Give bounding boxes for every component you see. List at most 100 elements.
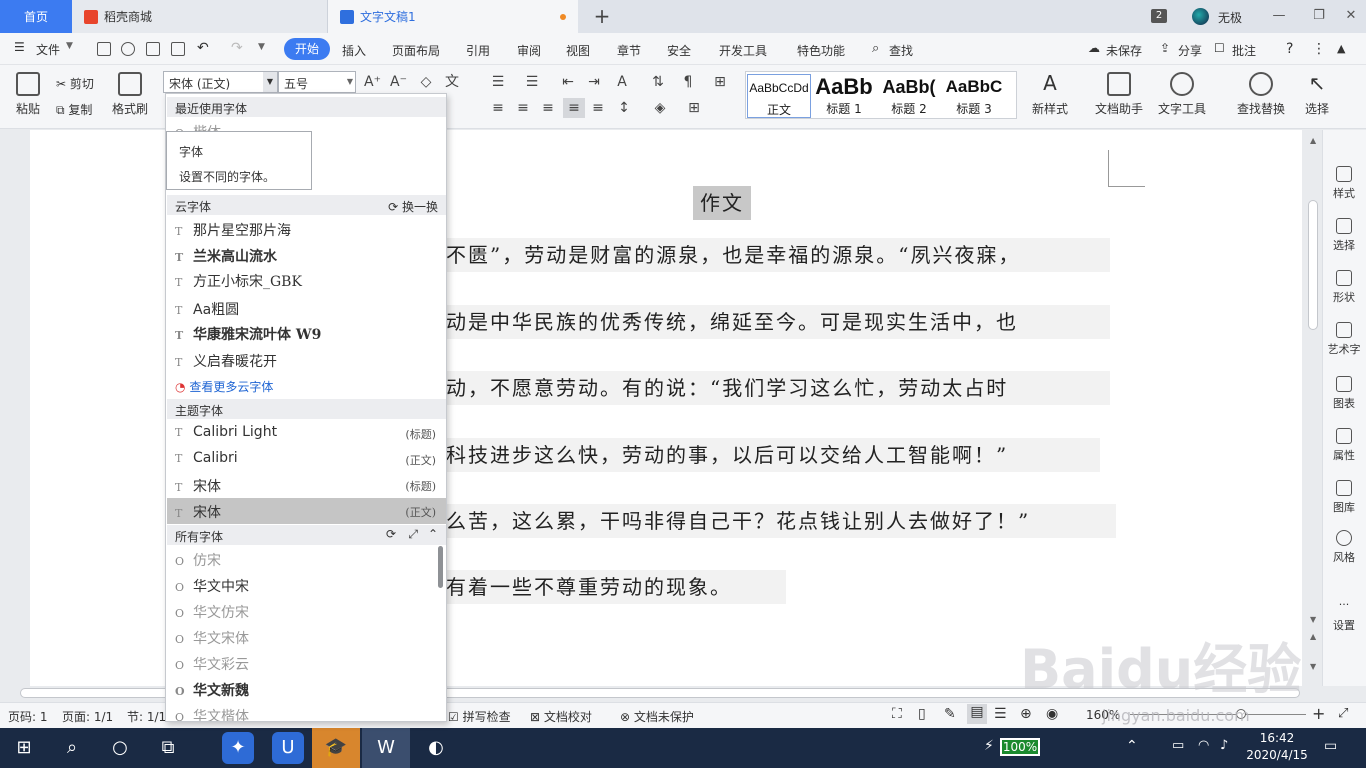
scroll-down-icon[interactable]: ▼: [1310, 615, 1316, 624]
text-tools-button[interactable]: 文字工具: [1153, 72, 1211, 117]
outline-view-icon[interactable]: ☰: [994, 706, 1007, 722]
paragraph-line[interactable]: 有着一些不尊重劳动的现象。: [446, 570, 786, 604]
write-mode-icon[interactable]: ✎: [944, 706, 956, 722]
paste-button[interactable]: 粘贴: [10, 72, 46, 117]
font-option[interactable]: O 华文新魏: [167, 676, 446, 702]
panel-select[interactable]: 选择: [1322, 218, 1366, 253]
style-normal[interactable]: AaBbCcDd 正文: [747, 74, 811, 118]
minimize-icon[interactable]: —: [1268, 6, 1290, 26]
chevron-down-icon[interactable]: ▼: [263, 72, 277, 92]
paragraph-line[interactable]: 动，不愿意劳动。有的说：“我们学习这么忙，劳动太占时: [446, 371, 1110, 405]
zoom-in-icon[interactable]: +: [1312, 704, 1325, 723]
app-edu-icon[interactable]: 🎓: [312, 728, 360, 768]
avatar[interactable]: [1192, 8, 1209, 25]
tab-home[interactable]: 首页: [0, 0, 72, 33]
volume-icon[interactable]: ♪: [1220, 738, 1228, 753]
notification-icon[interactable]: ▭: [1324, 738, 1337, 754]
prev-page-icon[interactable]: ▲: [1310, 632, 1316, 641]
more-icon[interactable]: ⋮: [1312, 41, 1326, 57]
document-title[interactable]: 作文: [693, 186, 751, 220]
fullscreen-icon[interactable]: ⛶: [892, 706, 902, 722]
wps-writer-icon[interactable]: W: [362, 728, 410, 768]
paragraph-line[interactable]: 么苦，这么累，干吗非得自己干？花点钱让别人去做好了！”: [446, 504, 1116, 538]
font-option[interactable]: T Calibri (正文): [167, 446, 446, 472]
battery-indicator[interactable]: 100%: [1000, 738, 1040, 756]
shrink-font-icon[interactable]: A⁻: [390, 74, 407, 90]
show-marks-icon[interactable]: ¶: [680, 74, 696, 90]
font-size-select[interactable]: 五号 ▼: [278, 71, 356, 93]
search-icon[interactable]: ⌕: [872, 41, 879, 56]
taskbar-clock[interactable]: 16:42 2020/4/15: [1244, 730, 1310, 764]
proofread-button[interactable]: ⊠ 文档校对: [530, 708, 592, 725]
line-spacing-icon[interactable]: ↕: [616, 100, 632, 116]
unsaved-status[interactable]: 未保存: [1106, 42, 1142, 59]
chevron-down-icon[interactable]: ▼: [66, 41, 73, 51]
font-option[interactable]: O 华文中宋: [167, 572, 446, 598]
font-option[interactable]: T 那片星空那片海: [167, 216, 446, 242]
new-style-button[interactable]: A 新样式: [1026, 72, 1074, 117]
panel-gallery[interactable]: 图库: [1322, 480, 1366, 515]
eye-protect-icon[interactable]: ◉: [1046, 706, 1058, 722]
panel-properties[interactable]: 属性: [1322, 428, 1366, 463]
more-cloud-fonts-link[interactable]: ◔ 查看更多云字体: [175, 378, 273, 395]
find-replace-button[interactable]: 查找替换: [1232, 72, 1290, 117]
doc-assistant-button[interactable]: 文档助手: [1094, 72, 1144, 117]
status-pages[interactable]: 页面: 1/1: [62, 708, 113, 725]
tab-developer[interactable]: 开发工具: [719, 42, 767, 59]
tab-layout[interactable]: 页面布局: [392, 42, 440, 59]
font-name-select[interactable]: 宋体 (正文) ▼: [163, 71, 278, 93]
app-icon[interactable]: ✦: [222, 732, 254, 764]
borders-icon[interactable]: ⊞: [686, 100, 702, 116]
panel-theme[interactable]: 风格: [1322, 530, 1366, 565]
comment-button[interactable]: 批注: [1232, 42, 1256, 59]
search-icon[interactable]: ⌕: [56, 732, 88, 764]
font-option[interactable]: O 仿宋: [167, 546, 446, 572]
tab-features[interactable]: 特色功能: [797, 42, 845, 59]
redo-icon[interactable]: ↷: [231, 40, 243, 56]
style-heading-2[interactable]: AaBb( 标题 2: [877, 74, 941, 118]
font-option[interactable]: O 华文彩云: [167, 650, 446, 676]
hamburger-icon[interactable]: ☰: [14, 40, 25, 54]
protection-button[interactable]: ⊗ 文档未保护: [620, 708, 694, 725]
font-option[interactable]: O 华文楷体: [167, 702, 446, 721]
paragraph-line[interactable]: 动是中华民族的优秀传统，绵延至今。可是现实生活中，也: [446, 305, 1110, 339]
menu-file[interactable]: 文件: [36, 41, 60, 58]
tab-insert[interactable]: 插入: [342, 42, 366, 59]
user-name[interactable]: 无极: [1218, 9, 1242, 26]
shading-icon[interactable]: ◈: [652, 100, 668, 116]
cloud-sync-icon[interactable]: ☁: [1088, 41, 1100, 55]
task-view-icon[interactable]: ⧉: [152, 732, 184, 764]
justify-icon[interactable]: ≡: [563, 98, 585, 118]
tab-review[interactable]: 审阅: [517, 42, 541, 59]
copy-button[interactable]: ⧉ 复制: [56, 101, 92, 118]
paragraph-line[interactable]: 科技进步这么快，劳动的事，以后可以交给人工智能啊！”: [446, 438, 1100, 472]
share-button[interactable]: 分享: [1178, 42, 1202, 59]
scroll-up-icon[interactable]: ▲: [1310, 136, 1316, 145]
dropdown-scroll-thumb[interactable]: [438, 546, 443, 588]
style-heading-3[interactable]: AaBbC 标题 3: [942, 74, 1006, 118]
next-page-icon[interactable]: ▼: [1310, 662, 1316, 671]
help-icon[interactable]: ?: [1286, 41, 1293, 57]
web-view-icon[interactable]: ⊕: [1020, 706, 1032, 722]
quick-access-more-icon[interactable]: ▼: [258, 42, 265, 52]
font-option[interactable]: T 兰米高山流水: [167, 242, 446, 268]
align-center-icon[interactable]: ≡: [515, 100, 531, 116]
network-icon[interactable]: ▭: [1172, 738, 1184, 753]
tab-store[interactable]: 稻壳商城: [72, 0, 328, 33]
tab-security[interactable]: 安全: [667, 42, 691, 59]
new-tab-button[interactable]: +: [590, 4, 614, 28]
status-page-number[interactable]: 页码: 1: [8, 708, 48, 725]
font-option[interactable]: T 方正小标宋_GBK: [167, 267, 446, 293]
panel-shape[interactable]: 形状: [1322, 270, 1366, 305]
comment-icon[interactable]: ☐: [1214, 41, 1225, 55]
align-right-icon[interactable]: ≡: [540, 100, 556, 116]
increase-indent-icon[interactable]: ⇥: [586, 74, 602, 90]
cut-button[interactable]: ✂ 剪切: [56, 75, 94, 92]
refresh-icon[interactable]: ⟳: [386, 527, 396, 541]
window-count-badge[interactable]: 2: [1151, 9, 1167, 23]
wifi-icon[interactable]: ◠: [1198, 738, 1209, 753]
font-option[interactable]: O 华文宋体: [167, 624, 446, 650]
search-command[interactable]: 查找: [889, 42, 913, 59]
font-option[interactable]: T 华康雅宋流叶体 W9: [167, 320, 446, 346]
font-option[interactable]: T 宋体 (标题): [167, 472, 446, 498]
